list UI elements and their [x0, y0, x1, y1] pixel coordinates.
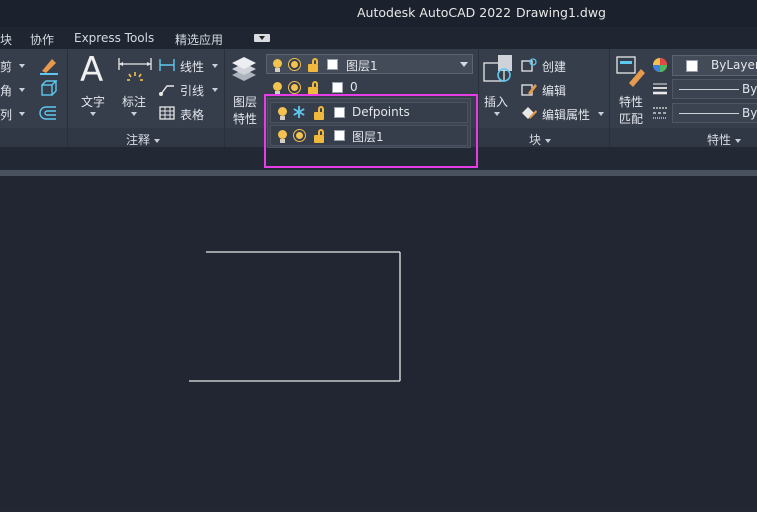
layer-name: 0	[350, 80, 358, 94]
chevron-down-icon[interactable]	[494, 112, 500, 116]
trim-label[interactable]: 剪	[0, 58, 12, 75]
edit-block-icon[interactable]	[520, 81, 538, 97]
chevron-down-icon[interactable]	[131, 112, 137, 116]
bulb-on-icon	[273, 59, 282, 72]
leader-button[interactable]: 引线	[180, 82, 204, 99]
linetype-value: ByL	[742, 106, 757, 120]
edit-button[interactable]: 编辑	[542, 82, 566, 99]
drawing-geometry[interactable]	[0, 176, 757, 509]
chevron-down-icon[interactable]	[90, 112, 96, 116]
lineweight-preview	[679, 89, 739, 90]
current-layer-name: 图层1	[346, 59, 378, 73]
tab-collaborate[interactable]: 协作	[30, 31, 54, 48]
dimension-icon[interactable]	[117, 56, 153, 90]
table-button[interactable]: 表格	[180, 106, 204, 123]
fillet-label[interactable]: 角	[0, 82, 12, 99]
match-properties-label-1[interactable]: 特性	[619, 93, 643, 110]
layer-properties-label-1[interactable]: 图层	[233, 93, 257, 110]
3d-box-icon[interactable]	[38, 79, 60, 99]
color-swatch	[686, 60, 698, 72]
tab-block[interactable]: 块	[0, 31, 12, 48]
layer-color-swatch	[327, 59, 338, 70]
tab-featured-apps[interactable]: 精选应用	[175, 31, 223, 48]
linear-dim-icon[interactable]	[158, 57, 176, 73]
layer-properties-icon[interactable]	[228, 55, 260, 85]
bulb-on-icon	[273, 82, 282, 95]
lineweight-icon[interactable]	[652, 81, 668, 97]
panel-separator	[224, 49, 225, 147]
match-properties-icon[interactable]	[615, 55, 649, 89]
linetype-icon[interactable]	[652, 105, 668, 121]
chevron-down-icon[interactable]	[19, 112, 25, 116]
properties-panel-label[interactable]: 特性	[707, 131, 742, 148]
title-bar: Autodesk AutoCAD 2022 Drawing1.dwg	[0, 0, 757, 27]
array-label[interactable]: 列	[0, 106, 12, 123]
color-wheel-icon[interactable]	[652, 57, 668, 73]
ribbon-tabs: 块 协作 Express Tools 精选应用	[0, 27, 757, 49]
tab-overflow-dropdown[interactable]	[254, 34, 270, 42]
linetype-dropdown[interactable]: ByL	[672, 103, 757, 123]
highlight-box	[264, 94, 478, 168]
table-icon[interactable]	[158, 105, 176, 121]
sun-thaw-icon	[291, 84, 298, 91]
chevron-down-icon[interactable]	[212, 64, 218, 68]
panel-separator	[609, 49, 610, 147]
unlock-icon	[308, 58, 318, 72]
chevron-down-icon[interactable]	[460, 62, 468, 67]
layer-properties-label-2[interactable]: 特性	[233, 110, 257, 127]
chevron-down-icon[interactable]	[19, 64, 25, 68]
linear-button[interactable]: 线性	[180, 58, 204, 75]
chevron-down-icon[interactable]	[212, 88, 218, 92]
panel-separator	[67, 49, 68, 147]
linetype-preview	[679, 113, 739, 114]
create-block-icon[interactable]	[520, 57, 538, 73]
insert-button[interactable]: 插入	[484, 93, 508, 110]
drawing-canvas[interactable]	[0, 176, 757, 509]
annotation-panel-label[interactable]: 注释	[126, 131, 161, 148]
tab-express-tools[interactable]: Express Tools	[74, 31, 154, 45]
insert-block-icon[interactable]	[482, 53, 516, 87]
color-value: ByLayer	[711, 58, 757, 72]
match-properties-label-2[interactable]: 匹配	[619, 110, 643, 127]
block-panel-label[interactable]: 块	[529, 131, 552, 148]
layer-color-swatch	[332, 82, 343, 93]
erase-icon[interactable]	[38, 55, 60, 75]
create-button[interactable]: 创建	[542, 58, 566, 75]
offset-icon[interactable]	[38, 103, 60, 123]
text-icon[interactable]: A	[80, 52, 103, 88]
edit-attributes-button[interactable]: 编辑属性	[542, 106, 590, 123]
edit-attributes-icon[interactable]	[520, 105, 538, 121]
dimension-button[interactable]: 标注	[122, 93, 146, 110]
text-button[interactable]: 文字	[81, 93, 105, 110]
document-title: Drawing1.dwg	[516, 5, 606, 20]
chevron-down-icon[interactable]	[19, 88, 25, 92]
panel-separator	[478, 49, 479, 147]
sun-thaw-icon	[291, 61, 298, 68]
lineweight-value: ByL	[742, 82, 757, 96]
app-title: Autodesk AutoCAD 2022	[357, 5, 512, 20]
lineweight-dropdown[interactable]: ByL	[672, 79, 757, 99]
chevron-down-icon[interactable]	[598, 112, 604, 116]
color-dropdown[interactable]: ByLayer	[672, 55, 757, 76]
layer-dropdown[interactable]: 图层1	[266, 54, 473, 74]
leader-icon[interactable]	[158, 81, 176, 97]
